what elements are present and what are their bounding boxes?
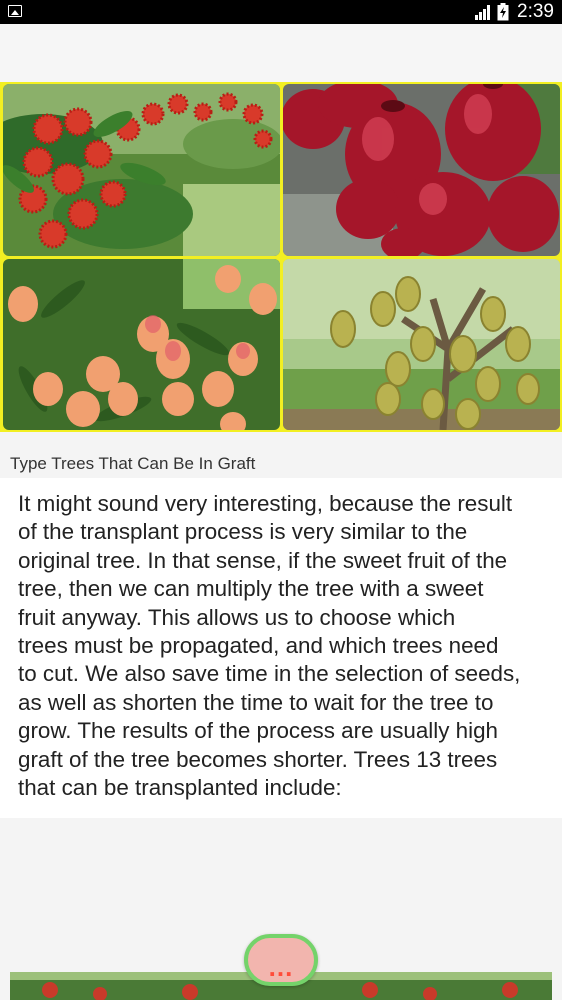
article-line: to cut. We also save time in the selecti… — [18, 661, 521, 687]
mango-tree-photo — [3, 259, 280, 430]
article-line: as well as shorten the time to wait for … — [18, 689, 494, 715]
image-notification-icon — [8, 5, 22, 17]
fruit-collage-image — [0, 82, 562, 432]
article-line: grow. The results of the process are usu… — [18, 718, 498, 744]
status-bar: 2:39 — [0, 0, 562, 24]
durian-tree-photo — [283, 259, 560, 430]
more-label: ... — [268, 952, 294, 982]
article-line: graft of the tree becomes shorter. Trees… — [18, 746, 498, 772]
status-time: 2:39 — [517, 1, 554, 22]
article-card: It might sound very interesting, because… — [0, 478, 562, 818]
article-line: It might sound very interesting, because… — [18, 491, 513, 516]
more-button[interactable]: ... — [244, 934, 318, 986]
article-caption: Type Trees That Can Be In Graft — [10, 454, 256, 473]
article-line: trees must be propagated, and which tree… — [18, 633, 499, 659]
article-line: that can be transplanted include: — [18, 775, 342, 801]
article-body: It might sound very interesting, because… — [18, 490, 562, 802]
article-line: tree, then we can multiply the tree with… — [18, 576, 484, 602]
rose-apple-photo — [283, 84, 560, 256]
cell-signal-icon — [475, 5, 490, 20]
article-line: fruit anyway. This allows us to choose w… — [18, 604, 456, 630]
top-spacer — [0, 24, 562, 82]
article-line: of the transplant process is very simila… — [18, 519, 468, 545]
battery-charging-icon — [497, 3, 509, 21]
article-line: original tree. In that sense, if the swe… — [18, 547, 508, 573]
rambutan-tree-photo — [3, 84, 280, 256]
